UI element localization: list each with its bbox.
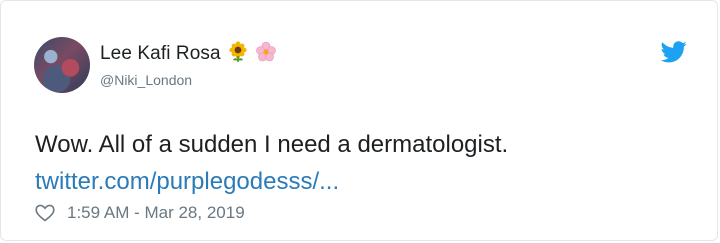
tweet-meta: 1:59 AM - Mar 28, 2019 [35,203,245,223]
author-handle[interactable]: @Niki_London [100,72,277,88]
sunflower-icon [227,40,249,68]
tweet-card: Lee Kafi Rosa @Niki_London Wow. All of a… [0,0,718,241]
tweet-link[interactable]: twitter.com/purplegodesss/... [35,168,339,196]
author-display-name[interactable]: Lee Kafi Rosa [100,43,221,65]
twitter-bird-icon[interactable] [660,41,687,63]
blossom-icon [255,41,277,68]
tweet-header: Lee Kafi Rosa @Niki_London [34,37,277,93]
tweet-timestamp[interactable]: 1:59 AM - Mar 28, 2019 [67,203,245,223]
heart-icon[interactable] [35,204,55,222]
avatar[interactable] [34,37,90,93]
author-info: Lee Kafi Rosa @Niki_London [100,40,277,88]
name-row: Lee Kafi Rosa [100,40,277,68]
tweet-text: Wow. All of a sudden I need a dermatolog… [35,131,509,158]
